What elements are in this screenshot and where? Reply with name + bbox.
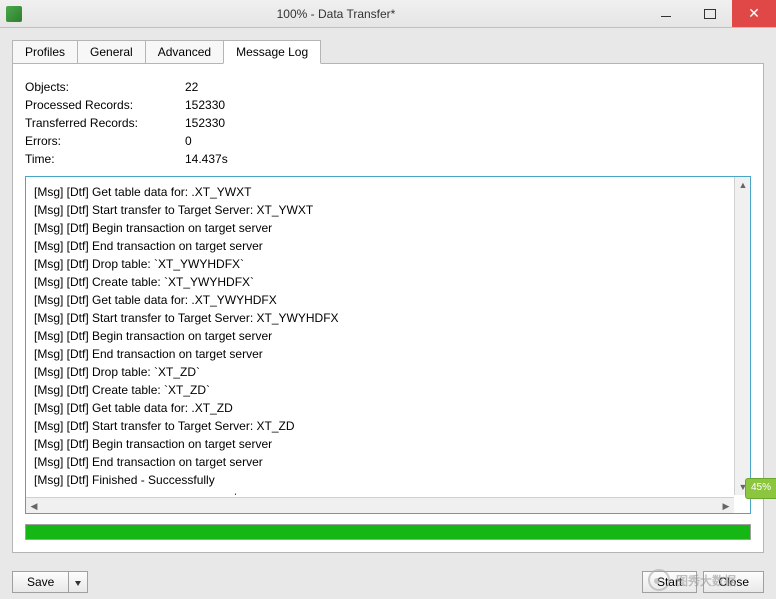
- tab-advanced[interactable]: Advanced: [145, 40, 224, 63]
- stat-errors: Errors: 0: [25, 132, 751, 150]
- scroll-up-icon[interactable]: ▲: [735, 177, 751, 193]
- message-log-box[interactable]: [Msg] [Dtf] Get table data for: .XT_YWXT…: [25, 176, 751, 514]
- log-line: [Msg] [Dtf] End transaction on target se…: [34, 237, 724, 255]
- horizontal-scrollbar[interactable]: ◀ ▶: [26, 497, 734, 513]
- log-line: [Msg] [Dtf] Drop table: `XT_YWYHDFX`: [34, 255, 724, 273]
- stat-label: Transferred Records:: [25, 114, 185, 132]
- log-line: [Msg] [Dtf] Create table: `XT_YWYHDFX`: [34, 273, 724, 291]
- stat-label: Objects:: [25, 78, 185, 96]
- close-button[interactable]: Close: [703, 571, 764, 593]
- log-line: [Msg] [Dtf] Start transfer to Target Ser…: [34, 309, 724, 327]
- tab-message-log[interactable]: Message Log: [223, 40, 321, 64]
- log-line: [Msg] [Dtf] End transaction on target se…: [34, 345, 724, 363]
- scroll-right-icon[interactable]: ▶: [718, 498, 734, 514]
- stat-label: Processed Records:: [25, 96, 185, 114]
- vertical-scrollbar[interactable]: ▲ ▼: [734, 177, 750, 495]
- stat-value: 22: [185, 78, 198, 96]
- log-line: [Msg] [Dtf] Start transfer to Target Ser…: [34, 201, 724, 219]
- tab-general[interactable]: General: [77, 40, 146, 63]
- log-line: [Msg] [Dtf] Begin transaction on target …: [34, 219, 724, 237]
- stat-value: 0: [185, 132, 192, 150]
- log-line: [Msg] [Dtf] Get table data for: .XT_ZD: [34, 399, 724, 417]
- log-line: [Msg] [Dtf] Drop table: `XT_ZD`: [34, 363, 724, 381]
- log-line: [Msg] [Dtf] Get table data for: .XT_YWXT: [34, 183, 724, 201]
- right-button-group: Start Close: [642, 571, 764, 593]
- close-window-button[interactable]: [732, 0, 776, 27]
- save-button-group: Save: [12, 571, 88, 593]
- stat-value: 14.437s: [185, 150, 228, 168]
- log-line: [Msg] [Dtf] Start transfer to Target Ser…: [34, 417, 724, 435]
- titlebar: 100% - Data Transfer*: [0, 0, 776, 28]
- stat-transferred: Transferred Records: 152330: [25, 114, 751, 132]
- stat-processed: Processed Records: 152330: [25, 96, 751, 114]
- maximize-button[interactable]: [688, 0, 732, 27]
- stat-label: Errors:: [25, 132, 185, 150]
- start-button[interactable]: Start: [642, 571, 697, 593]
- log-line: [Msg] [Dtf] Finished - Successfully: [34, 471, 724, 489]
- main-content: Profiles General Advanced Message Log Ob…: [0, 28, 776, 561]
- stat-objects: Objects: 22: [25, 78, 751, 96]
- stats-block: Objects: 22 Processed Records: 152330 Tr…: [25, 78, 751, 168]
- stat-time: Time: 14.437s: [25, 150, 751, 168]
- tab-profiles[interactable]: Profiles: [12, 40, 78, 63]
- log-line: [Msg] [Dtf] Begin transaction on target …: [34, 435, 724, 453]
- tab-strip: Profiles General Advanced Message Log: [12, 40, 764, 63]
- minimize-button[interactable]: [644, 0, 688, 27]
- window-controls: [644, 0, 776, 27]
- log-line: ----------------------------------------…: [34, 489, 724, 495]
- scroll-left-icon[interactable]: ◀: [26, 498, 42, 514]
- window-title: 100% - Data Transfer*: [28, 7, 644, 21]
- save-button[interactable]: Save: [12, 571, 69, 593]
- tab-panel: Objects: 22 Processed Records: 152330 Tr…: [12, 63, 764, 553]
- log-line: [Msg] [Dtf] Get table data for: .XT_YWYH…: [34, 291, 724, 309]
- log-text-area[interactable]: [Msg] [Dtf] Get table data for: .XT_YWXT…: [26, 177, 732, 495]
- log-line: [Msg] [Dtf] Create table: `XT_ZD`: [34, 381, 724, 399]
- app-icon: [6, 6, 22, 22]
- progress-bar: [25, 524, 751, 540]
- stat-value: 152330: [185, 96, 225, 114]
- save-dropdown-button[interactable]: [69, 571, 88, 593]
- side-progress-tab: 45%: [745, 478, 776, 499]
- stat-value: 152330: [185, 114, 225, 132]
- stat-label: Time:: [25, 150, 185, 168]
- log-line: [Msg] [Dtf] End transaction on target se…: [34, 453, 724, 471]
- log-line: [Msg] [Dtf] Begin transaction on target …: [34, 327, 724, 345]
- dialog-footer: Save Start Close: [0, 561, 776, 593]
